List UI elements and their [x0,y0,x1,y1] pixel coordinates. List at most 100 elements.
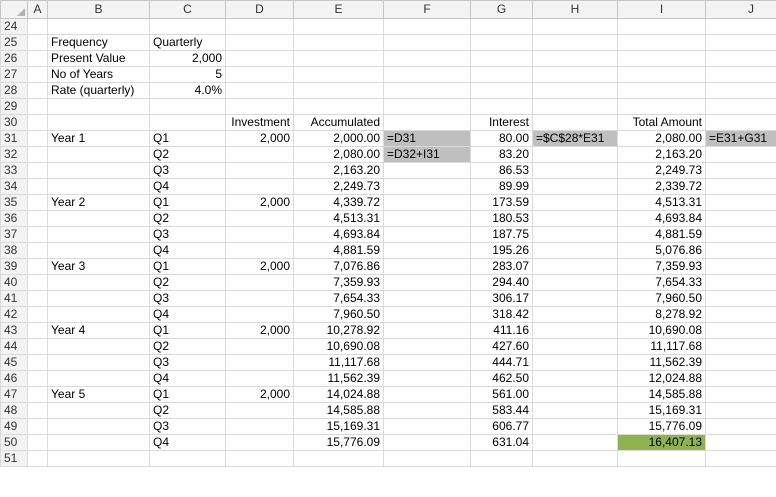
row-header[interactable]: 44 [0,338,28,355]
cell-a38[interactable] [27,242,48,259]
cell-e43[interactable]: 10,278.92 [293,322,384,339]
select-all-corner[interactable] [0,0,28,19]
cell-b24[interactable] [47,18,150,35]
cell-j37[interactable] [705,226,776,243]
cell-c32[interactable]: Q2 [149,146,226,163]
row-header[interactable]: 47 [0,386,28,403]
cell-j28[interactable] [705,82,776,99]
cell-h44[interactable] [532,338,618,355]
cell-e33[interactable]: 2,163.20 [293,162,384,179]
column-header-a[interactable]: A [27,0,48,19]
cell-h24[interactable] [532,18,618,35]
cell-f30[interactable] [383,114,471,131]
cell-j46[interactable] [705,370,776,387]
cell-i31[interactable]: 2,080.00 [617,130,706,147]
cell-e44[interactable]: 10,690.08 [293,338,384,355]
cell-e34[interactable]: 2,249.73 [293,178,384,195]
cell-h30[interactable] [532,114,618,131]
row-header[interactable]: 40 [0,274,28,291]
cell-a37[interactable] [27,226,48,243]
cell-j42[interactable] [705,306,776,323]
cell-f36[interactable] [383,210,471,227]
cell-f29[interactable] [383,98,471,115]
cell-h48[interactable] [532,402,618,419]
cell-d31[interactable]: 2,000 [225,130,294,147]
cell-b32[interactable] [47,146,150,163]
cell-h33[interactable] [532,162,618,179]
cell-g25[interactable] [470,34,533,51]
cell-g28[interactable] [470,82,533,99]
cell-a41[interactable] [27,290,48,307]
cell-d28[interactable] [225,82,294,99]
cell-f45[interactable] [383,354,471,371]
cell-e41[interactable]: 7,654.33 [293,290,384,307]
cell-c43[interactable]: Q1 [149,322,226,339]
cell-i25[interactable] [617,34,706,51]
cell-d32[interactable] [225,146,294,163]
cell-g43[interactable]: 411.16 [470,322,533,339]
cell-e31[interactable]: 2,000.00 [293,130,384,147]
cell-d38[interactable] [225,242,294,259]
cell-i39[interactable]: 7,359.93 [617,258,706,275]
cell-j30[interactable] [705,114,776,131]
cell-a44[interactable] [27,338,48,355]
cell-b48[interactable] [47,402,150,419]
row-header[interactable]: 34 [0,178,28,195]
cell-d40[interactable] [225,274,294,291]
cell-a31[interactable] [27,130,48,147]
cell-e45[interactable]: 11,117.68 [293,354,384,371]
cell-b25[interactable]: Frequency [47,34,150,51]
cell-f27[interactable] [383,66,471,83]
cell-a24[interactable] [27,18,48,35]
cell-c40[interactable]: Q2 [149,274,226,291]
cell-b43[interactable]: Year 4 [47,322,150,339]
cell-f46[interactable] [383,370,471,387]
cell-c42[interactable]: Q4 [149,306,226,323]
cell-b29[interactable] [47,98,150,115]
cell-h35[interactable] [532,194,618,211]
cell-j35[interactable] [705,194,776,211]
cell-d37[interactable] [225,226,294,243]
cell-f34[interactable] [383,178,471,195]
row-header[interactable]: 42 [0,306,28,323]
cell-e39[interactable]: 7,076.86 [293,258,384,275]
cell-i47[interactable]: 14,585.88 [617,386,706,403]
cell-d50[interactable] [225,434,294,451]
cell-a39[interactable] [27,258,48,275]
row-header[interactable]: 33 [0,162,28,179]
cell-e42[interactable]: 7,960.50 [293,306,384,323]
cell-a28[interactable] [27,82,48,99]
cell-f32[interactable]: =D32+I31 [383,146,471,163]
cell-g46[interactable]: 462.50 [470,370,533,387]
cell-a43[interactable] [27,322,48,339]
cell-b38[interactable] [47,242,150,259]
cell-g50[interactable]: 631.04 [470,434,533,451]
cell-f47[interactable] [383,386,471,403]
cell-d41[interactable] [225,290,294,307]
cell-j51[interactable] [705,450,776,467]
cell-g27[interactable] [470,66,533,83]
cell-d42[interactable] [225,306,294,323]
cell-e37[interactable]: 4,693.84 [293,226,384,243]
cell-a47[interactable] [27,386,48,403]
cell-d51[interactable] [225,450,294,467]
cell-h51[interactable] [532,450,618,467]
cell-i24[interactable] [617,18,706,35]
column-header-g[interactable]: G [470,0,533,19]
cell-e51[interactable] [293,450,384,467]
cell-a29[interactable] [27,98,48,115]
row-header[interactable]: 26 [0,50,28,67]
cell-b31[interactable]: Year 1 [47,130,150,147]
row-header[interactable]: 35 [0,194,28,211]
cell-j49[interactable] [705,418,776,435]
cell-h32[interactable] [532,146,618,163]
cell-f42[interactable] [383,306,471,323]
cell-b49[interactable] [47,418,150,435]
cell-e40[interactable]: 7,359.93 [293,274,384,291]
cell-b44[interactable] [47,338,150,355]
cell-e38[interactable]: 4,881.59 [293,242,384,259]
cell-g29[interactable] [470,98,533,115]
cell-g32[interactable]: 83.20 [470,146,533,163]
cell-g51[interactable] [470,450,533,467]
cell-h42[interactable] [532,306,618,323]
